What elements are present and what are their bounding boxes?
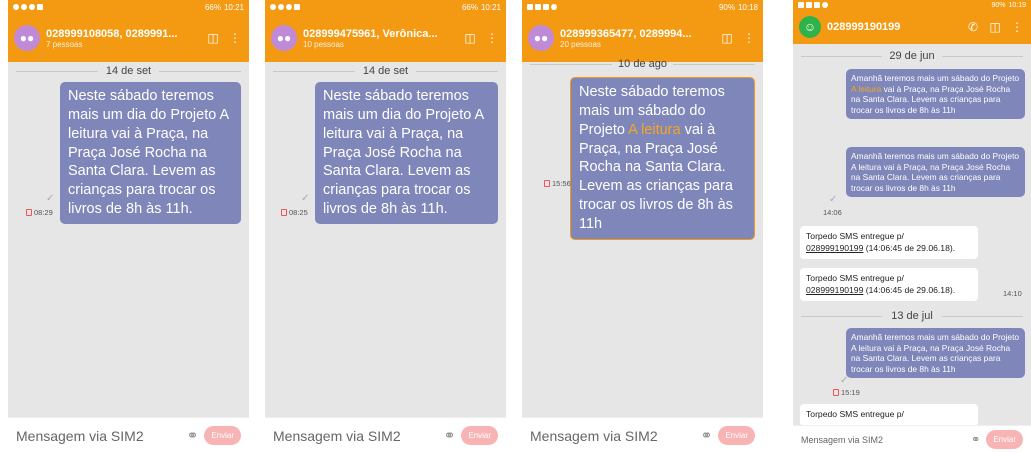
- send-button[interactable]: Enviar: [204, 426, 241, 445]
- message-bubble[interactable]: Neste sábado teremos mais um sábado do P…: [570, 77, 755, 240]
- conversation-title[interactable]: 028999365477, 0289994...: [560, 28, 713, 40]
- status-bar: 66% 10:21: [265, 0, 506, 14]
- message-list[interactable]: 14 de set Neste sábado teremos mais um d…: [265, 62, 506, 417]
- conversation-title[interactable]: 028999475961, Verônica...: [303, 28, 456, 40]
- attach-icon[interactable]: ⚭: [187, 427, 199, 444]
- delivery-receipt[interactable]: Torpedo SMS entregue p/028999190199 (14:…: [800, 226, 978, 260]
- status-bar: 90% 10:19: [793, 0, 1031, 10]
- message-time: 15:56: [544, 179, 571, 188]
- delivered-check-icon: ✓: [840, 375, 849, 386]
- group-avatar-icon[interactable]: ●●: [14, 25, 40, 51]
- date-separator: 14 de set: [265, 65, 506, 77]
- message-input[interactable]: Mensagem via SIM2: [273, 428, 438, 444]
- screenshot-collage: 66% 10:21 ●● 028999108058, 0289991... 7 p…: [0, 0, 1031, 453]
- message-input[interactable]: Mensagem via SIM2: [801, 435, 965, 445]
- send-button[interactable]: Enviar: [986, 430, 1023, 449]
- status-bar: 66% 10:21: [8, 0, 249, 14]
- message-time: 08:25: [281, 208, 308, 217]
- composer: Mensagem via SIM2 ⚭ Enviar: [793, 425, 1031, 453]
- message-bubble[interactable]: Amanhã teremos mais um sábado do Projeto…: [846, 147, 1025, 197]
- send-button[interactable]: Enviar: [718, 426, 755, 445]
- phone-screen-4: 90% 10:19 ☺ 028999190199 ✆ ◫ ⋮ 29 de jun …: [793, 0, 1031, 453]
- message-bubble[interactable]: Amanhã teremos mais um sábado do Projeto…: [846, 328, 1025, 378]
- conversation-subtitle: 7 pessoas: [46, 39, 83, 49]
- group-avatar-icon[interactable]: ●●: [271, 25, 297, 51]
- conversation-header: ●● 028999365477, 0289994... 20 pessoas ◫…: [522, 14, 763, 62]
- trash-icon[interactable]: ◫: [205, 31, 221, 45]
- message-input[interactable]: Mensagem via SIM2: [16, 428, 181, 444]
- message-list[interactable]: 29 de jun Amanhã teremos mais um sábado …: [793, 44, 1031, 426]
- conversation-header: ●● 028999108058, 0289991... 7 pessoas ◫ …: [8, 14, 249, 62]
- more-options-icon[interactable]: ⋮: [227, 31, 243, 45]
- conversation-title[interactable]: 028999190199: [827, 21, 959, 33]
- trash-icon[interactable]: ◫: [719, 31, 735, 45]
- phone-screen-1: 66% 10:21 ●● 028999108058, 0289991... 7 p…: [8, 0, 249, 453]
- message-time: 14:06: [823, 208, 842, 217]
- message-input[interactable]: Mensagem via SIM2: [530, 428, 695, 444]
- status-bar: 90% 10:18: [522, 0, 763, 14]
- conversation-header: ☺ 028999190199 ✆ ◫ ⋮: [793, 10, 1031, 44]
- message-bubble[interactable]: Amanhã teremos mais um sábado do Projeto…: [846, 69, 1025, 119]
- composer: Mensagem via SIM2 ⚭ Enviar: [8, 417, 249, 453]
- group-avatar-icon[interactable]: ●●: [528, 25, 554, 51]
- battery-level: 90%: [991, 1, 1006, 9]
- battery-level: 90%: [718, 2, 735, 12]
- conversation-header: ●● 028999475961, Verônica... 10 pessoas …: [265, 14, 506, 62]
- conversation-title[interactable]: 028999108058, 0289991...: [46, 28, 199, 40]
- message-bubble[interactable]: Neste sábado teremos mais um dia do Proj…: [60, 82, 241, 224]
- more-options-icon[interactable]: ⋮: [1009, 20, 1025, 34]
- more-options-icon[interactable]: ⋮: [741, 31, 757, 45]
- battery-level: 66%: [204, 2, 221, 12]
- phone-screen-2: 66% 10:21 ●● 028999475961, Verônica... 10…: [265, 0, 506, 453]
- more-options-icon[interactable]: ⋮: [484, 31, 500, 45]
- receipt-time: 14:10: [1003, 289, 1022, 298]
- conversation-subtitle: 10 pessoas: [303, 39, 344, 49]
- delivered-check-icon: ✓: [46, 193, 55, 204]
- message-time: 15:19: [833, 388, 860, 397]
- contact-avatar-icon[interactable]: ☺: [799, 16, 821, 38]
- attach-icon[interactable]: ⚭: [971, 433, 980, 446]
- date-separator: 14 de set: [8, 65, 249, 77]
- clock: 10:21: [223, 2, 244, 12]
- clock: 10:18: [737, 2, 758, 12]
- sim-icon: [544, 180, 550, 187]
- attach-icon[interactable]: ⚭: [444, 427, 456, 444]
- phone-icon[interactable]: ✆: [965, 20, 981, 34]
- conversation-subtitle: 20 pessoas: [560, 39, 601, 49]
- date-separator: 10 de ago: [522, 58, 763, 70]
- attach-icon[interactable]: ⚭: [701, 427, 713, 444]
- delivered-check-icon: ✓: [301, 193, 310, 204]
- send-button[interactable]: Enviar: [461, 426, 498, 445]
- phone-screen-3: 90% 10:18 ●● 028999365477, 0289994... 20 …: [522, 0, 763, 453]
- message-bubble[interactable]: Neste sábado teremos mais um dia do Proj…: [315, 82, 498, 224]
- battery-level: 66%: [461, 2, 478, 12]
- date-separator: 29 de jun: [793, 50, 1031, 62]
- message-list[interactable]: 14 de set Neste sábado teremos mais um d…: [8, 62, 249, 417]
- sim-icon: [26, 209, 32, 216]
- trash-icon[interactable]: ◫: [987, 20, 1003, 34]
- delivery-receipt[interactable]: Torpedo SMS entregue p/: [800, 404, 978, 426]
- composer: Mensagem via SIM2 ⚭ Enviar: [265, 417, 506, 453]
- composer: Mensagem via SIM2 ⚭ Enviar: [522, 417, 763, 453]
- sim-icon: [281, 209, 287, 216]
- delivery-receipt[interactable]: Torpedo SMS entregue p/028999190199 (14:…: [800, 268, 978, 302]
- clock: 10:21: [480, 2, 501, 12]
- date-separator: 13 de jul: [793, 310, 1031, 322]
- trash-icon[interactable]: ◫: [462, 31, 478, 45]
- message-list[interactable]: 10 de ago Neste sábado teremos mais um s…: [522, 58, 763, 417]
- message-time: 08:29: [26, 208, 53, 217]
- delivered-check-icon: ✓: [829, 194, 838, 205]
- sim-icon: [833, 389, 839, 396]
- clock: 10:19: [1008, 1, 1026, 9]
